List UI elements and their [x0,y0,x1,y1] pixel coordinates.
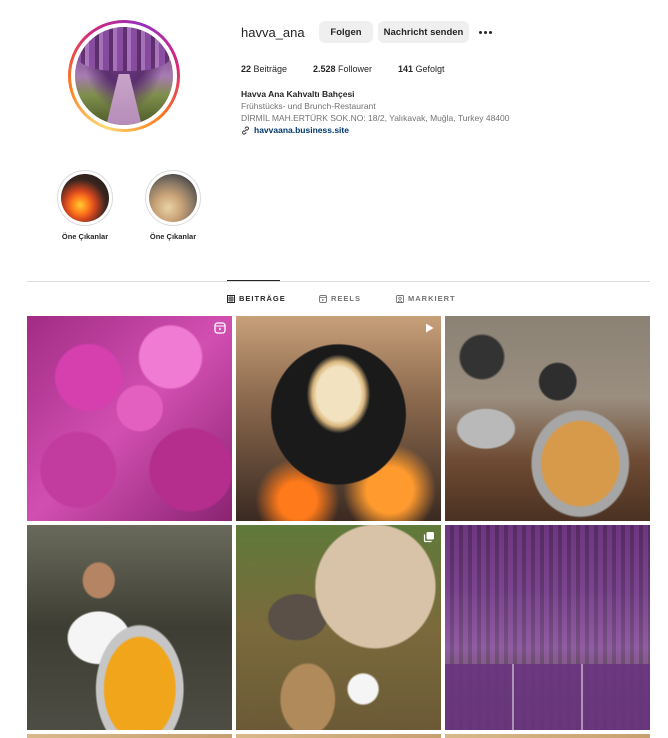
grid-icon [227,294,235,303]
bio-name: Havva Ana Kahvaltı Bahçesi [241,89,355,99]
send-message-button[interactable]: Nachricht senden [378,21,469,43]
highlight-cover-image [61,174,109,222]
profile-username: havva_ana [241,25,305,40]
tab-posts[interactable]: BEITRÄGE [227,294,286,303]
bio-website-link[interactable]: havvaana.business.site [241,125,349,135]
tab-reels[interactable]: REELS [319,294,361,303]
followers-label: Follower [335,64,373,74]
bio-link-text: havvaana.business.site [254,125,349,135]
reels-icon [319,294,327,303]
tagged-icon [396,294,404,303]
story-highlight[interactable]: Öne Çıkanlar [143,170,203,241]
active-tab-indicator [227,280,280,281]
highlight-label: Öne Çıkanlar [61,232,109,241]
carousel-icon [423,532,434,543]
profile-avatar[interactable] [68,20,180,132]
posts-label: Beiträge [251,64,288,74]
post-tile[interactable] [27,316,232,521]
followers-count: 2.528 [313,64,336,74]
tabs-divider [27,281,650,282]
link-icon [242,125,249,135]
highlight-cover-image [149,174,197,222]
post-tile[interactable] [27,734,232,738]
more-options-icon[interactable] [476,25,494,39]
bio-category: Frühstücks- und Brunch-Restaurant [241,101,376,111]
post-tile[interactable] [445,525,650,730]
tab-label: MARKIERT [408,294,456,303]
following-stat[interactable]: 141 Gefolgt [398,64,445,74]
play-icon [426,323,434,333]
reel-icon [214,322,226,334]
tab-label: REELS [331,294,362,303]
tab-tagged[interactable]: MARKIERT [396,294,456,303]
following-label: Gefolgt [413,64,445,74]
avatar-image [75,27,173,125]
post-tile[interactable] [445,316,650,521]
posts-count: 22 [241,64,252,74]
story-highlight[interactable]: Öne Çıkanlar [55,170,115,241]
tab-label: BEITRÄGE [239,294,286,303]
post-tile[interactable] [236,734,441,738]
followers-stat[interactable]: 2.528 Follower [313,64,372,74]
post-tile[interactable] [236,316,441,521]
highlight-label: Öne Çıkanlar [149,232,197,241]
bio-address: DİRMİL MAH.ERTÜRK SOK.NO: 18/2, Yalıkava… [241,113,510,123]
post-tile[interactable] [27,525,232,730]
post-tile[interactable] [445,734,650,738]
posts-count-stat: 22 Beiträge [241,64,287,74]
follow-button[interactable]: Folgen [319,21,373,43]
post-tile[interactable] [236,525,441,730]
following-count: 141 [398,64,414,74]
